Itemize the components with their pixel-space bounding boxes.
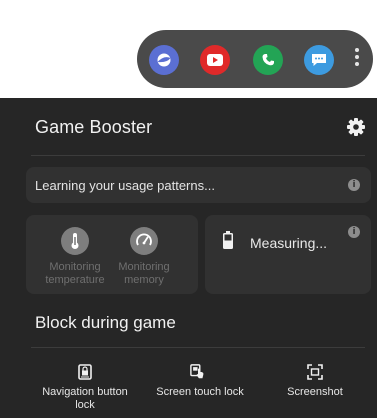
monitoring-temperature-line1: Monitoring [49, 261, 101, 273]
samsung-internet-icon[interactable] [149, 45, 179, 75]
edge-apps-panel [137, 30, 373, 88]
battery-info-icon[interactable]: i [348, 226, 360, 238]
gear-icon[interactable] [345, 116, 367, 138]
youtube-icon[interactable] [200, 45, 230, 75]
messages-icon[interactable] [304, 45, 334, 75]
navigation-button-lock-line2: lock [75, 399, 95, 411]
monitoring-memory-line2: memory [124, 274, 164, 286]
battery-glyph [223, 231, 233, 249]
screen: Game Booster Learning your usage pattern… [0, 0, 377, 418]
more-dot [355, 62, 359, 66]
monitoring-temperature-label: Monitoring temperature [40, 261, 110, 287]
block-during-game-heading: Block during game [35, 313, 176, 332]
top-area [0, 0, 377, 98]
block-divider [31, 347, 365, 348]
more-dot [355, 55, 359, 59]
monitoring-memory-label: Monitoring memory [109, 261, 179, 287]
game-booster-panel: Game Booster Learning your usage pattern… [0, 98, 377, 418]
messages-glyph [312, 54, 326, 66]
monitoring-card: Monitoring temperature Monitoring memory [26, 215, 198, 294]
screenshot-icon [307, 364, 323, 380]
page-title: Game Booster [35, 117, 153, 137]
thermometer-icon[interactable] [61, 227, 89, 255]
learning-text: Learning your usage patterns... [35, 178, 215, 193]
monitoring-temperature-line2: temperature [45, 274, 105, 286]
battery-measuring-text: Measuring... [250, 235, 328, 251]
speedometer-glyph [136, 233, 152, 246]
youtube-glyph [207, 54, 223, 66]
phone-icon[interactable] [253, 45, 283, 75]
battery-card: Measuring... i [205, 215, 371, 294]
learning-card: Learning your usage patterns... i [26, 167, 371, 203]
samsung-internet-glyph [157, 53, 171, 67]
screen-touch-lock-label: Screen touch lock [156, 386, 244, 398]
navigation-button-lock-button[interactable]: Navigation button lock [30, 364, 140, 414]
gear-glyph [347, 118, 365, 136]
phone-glyph [262, 54, 274, 66]
thermometer-glyph [71, 233, 79, 249]
navigation-button-lock-line1: Navigation button [42, 386, 128, 398]
battery-icon [223, 231, 233, 249]
title-divider [31, 155, 365, 156]
monitoring-memory-line1: Monitoring [118, 261, 170, 273]
more-vertical-icon[interactable] [352, 48, 362, 72]
navigation-lock-icon [78, 364, 92, 380]
more-dot [355, 48, 359, 52]
info-icon[interactable]: i [348, 179, 360, 191]
speedometer-icon[interactable] [130, 227, 158, 255]
navigation-button-lock-label: Navigation button lock [30, 386, 140, 412]
screenshot-label: Screenshot [287, 386, 343, 398]
screen-touch-lock-button[interactable]: Screen touch lock [145, 364, 255, 404]
screenshot-button[interactable]: Screenshot [270, 364, 360, 404]
touch-lock-icon [190, 364, 204, 379]
